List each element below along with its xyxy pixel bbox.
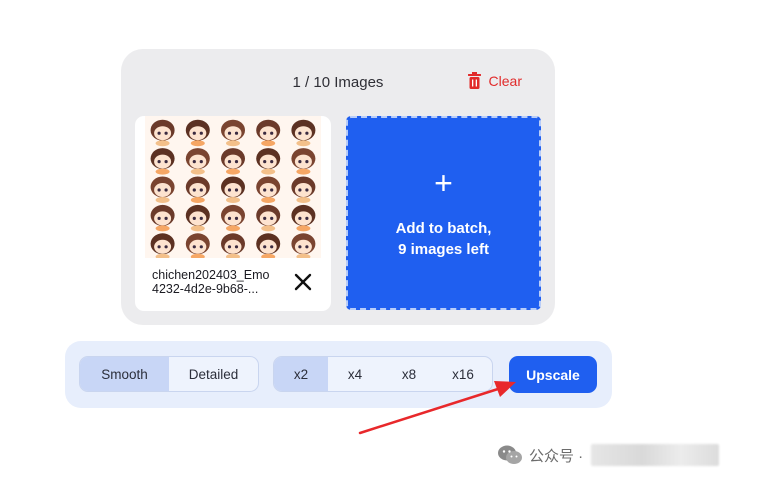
- wechat-icon: [498, 445, 522, 464]
- sticker-face: [185, 204, 210, 232]
- scale-x8[interactable]: x8: [382, 357, 436, 391]
- sticker-face: [256, 119, 281, 147]
- scale-x2[interactable]: x2: [274, 357, 328, 391]
- scale-selector: x2 x4 x8 x16: [273, 356, 493, 392]
- remove-image-button[interactable]: [292, 271, 314, 293]
- clear-label: Clear: [488, 72, 522, 89]
- watermark: 公众号 ·: [497, 444, 720, 466]
- file-name: chichen202403_Emo 4232-4d2e-9b68-...: [152, 268, 270, 296]
- sticker-face: [256, 176, 281, 203]
- sticker-face: [185, 233, 210, 258]
- sticker-face: [221, 119, 245, 147]
- sticker-face: [291, 204, 316, 232]
- mode-selector: Smooth Detailed: [79, 356, 259, 392]
- sticker-face: [221, 176, 245, 203]
- scale-x4[interactable]: x4: [328, 357, 382, 391]
- sticker-face: [291, 119, 316, 147]
- sticker-face: [221, 204, 245, 232]
- sticker-face: [256, 148, 281, 175]
- sticker-face: [150, 176, 175, 203]
- sticker-face: [185, 176, 210, 203]
- mode-smooth[interactable]: Smooth: [80, 357, 169, 391]
- upscale-button[interactable]: Upscale: [509, 356, 597, 393]
- sticker-face: [291, 233, 316, 258]
- sticker-sheet-preview: [150, 119, 316, 258]
- sticker-face: [150, 119, 175, 147]
- add-to-batch-dropzone[interactable]: + Add to batch, 9 images left: [346, 116, 541, 310]
- clear-button[interactable]: Clear: [467, 72, 522, 89]
- sticker-face: [221, 233, 245, 258]
- add-to-batch-label: Add to batch, 9 images left: [395, 220, 492, 258]
- blurred-account-name: [591, 444, 720, 466]
- scale-x16[interactable]: x16: [436, 357, 490, 391]
- image-thumbnail[interactable]: [145, 116, 321, 258]
- sticker-face: [150, 204, 175, 232]
- sticker-face: [150, 233, 175, 258]
- watermark-text: 公众号 ·: [529, 447, 584, 465]
- sticker-face: [185, 119, 210, 147]
- upscale-toolbar: Smooth Detailed x2 x4 x8 x16 Upscale: [65, 341, 612, 408]
- trash-icon: [467, 72, 481, 89]
- plus-icon: +: [434, 165, 453, 201]
- close-icon: [294, 273, 312, 291]
- upload-panel: 1 / 10 Images Clear chichen202403_Emo 42…: [121, 49, 555, 325]
- sticker-face: [291, 176, 316, 203]
- mode-detailed[interactable]: Detailed: [169, 357, 258, 391]
- sticker-face: [256, 233, 281, 258]
- sticker-face: [185, 148, 210, 175]
- sticker-face: [221, 148, 245, 175]
- sticker-face: [291, 148, 316, 175]
- image-card: chichen202403_Emo 4232-4d2e-9b68-...: [135, 116, 331, 311]
- sticker-face: [150, 148, 175, 175]
- sticker-face: [256, 204, 281, 232]
